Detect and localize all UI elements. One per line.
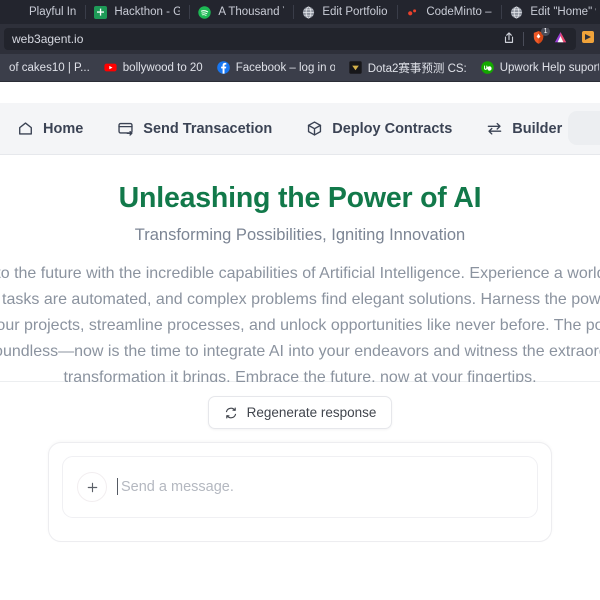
codeminto-icon (406, 6, 419, 19)
page-top-spacer (0, 83, 600, 103)
browser-window: Playful In Hackthon - Goog A Thousand Ye… (0, 0, 600, 600)
bookmark-label: Dota2赛事预测 CS:... (367, 62, 467, 75)
browser-tab[interactable]: Edit Portfolio "Es (293, 0, 397, 24)
tab-title: Edit Portfolio "Es (322, 6, 388, 18)
plus-icon[interactable] (77, 472, 107, 502)
bookmark-item[interactable]: Dota2赛事预测 CS:... (342, 54, 474, 81)
card-send-icon (117, 120, 134, 137)
toolbar-divider (523, 32, 524, 46)
browser-tab[interactable]: A Thousand Year (189, 0, 293, 24)
globe-icon (302, 6, 315, 19)
browser-tab[interactable]: Playful In (0, 0, 85, 24)
bookmarks-bar: of cakes10 | P... bollywood to 20 Facebo… (0, 54, 600, 82)
browser-toolbar: web3agent.io 1 (0, 24, 600, 54)
youtube-icon (104, 61, 117, 74)
nav-item-send-transacetion[interactable]: Send Transacetion (100, 120, 289, 137)
tab-title: CodeMinto – Blo (426, 6, 492, 18)
composer-area: Regenerate response Send a message. (0, 382, 600, 542)
facebook-icon (216, 61, 230, 74)
regenerate-wrapper: Regenerate response (0, 396, 600, 429)
share-icon[interactable] (502, 31, 516, 48)
brave-rewards-icon[interactable] (553, 30, 568, 48)
url-text: web3agent.io (12, 32, 84, 46)
message-input-wrapper[interactable]: Send a message. (62, 456, 538, 518)
browser-tab[interactable]: Hackthon - Goog (85, 0, 189, 24)
site-navigation-bar: Home Send Transacetion Deploy Contracts … (0, 103, 600, 155)
tab-title: A Thousand Year (218, 6, 284, 18)
dota2-icon (349, 61, 362, 74)
home-icon (17, 120, 34, 137)
brave-shields-icon[interactable]: 1 (531, 28, 550, 48)
message-input[interactable]: Send a message. (117, 478, 234, 495)
extension-icon[interactable] (580, 29, 596, 50)
browser-tab-strip: Playful In Hackthon - Goog A Thousand Ye… (0, 0, 600, 24)
nav-item-deploy-contracts[interactable]: Deploy Contracts (289, 120, 469, 137)
page-viewport: Home Send Transacetion Deploy Contracts … (0, 83, 600, 600)
browser-tab[interactable]: CodeMinto – Blo (397, 0, 501, 24)
cube-icon (306, 120, 323, 137)
nav-item-label: Builder (512, 120, 563, 137)
bookmark-item[interactable]: Facebook – log in o... (210, 54, 342, 81)
nav-account-button[interactable] (568, 111, 600, 145)
nav-item-home[interactable]: Home (0, 120, 100, 137)
upwork-icon (480, 61, 494, 74)
tab-title: Playful In (29, 6, 77, 18)
hero-section: Unleashing the Power of AI Transforming … (0, 155, 600, 386)
tab-title: Hackthon - Goog (114, 6, 181, 18)
google-sheets-icon (94, 5, 108, 19)
hero-body-text: Step into the future with the incredible… (0, 265, 600, 386)
bookmark-label: Facebook – log in o... (235, 61, 335, 74)
bookmark-item[interactable]: of cakes10 | P... (2, 54, 97, 81)
bookmark-item[interactable]: bollywood to 20 (97, 54, 210, 81)
nav-items: Home Send Transacetion Deploy Contracts … (0, 120, 579, 137)
nav-item-builder[interactable]: Builder (469, 120, 579, 137)
regenerate-label: Regenerate response (246, 405, 377, 420)
page-title: Unleashing the Power of AI (118, 182, 482, 214)
browser-tab[interactable]: Edit "Home" with (501, 0, 600, 24)
bookmark-label: bollywood to 20 (122, 61, 203, 74)
globe-icon (510, 6, 523, 19)
bookmark-label: of cakes10 | P... (9, 61, 90, 74)
tab-title: Edit "Home" with (530, 6, 596, 18)
bookmark-item[interactable]: Upwork Help suport (474, 54, 600, 81)
nav-item-label: Deploy Contracts (332, 120, 453, 137)
nav-item-label: Send Transacetion (143, 120, 273, 137)
nav-item-label: Home (43, 120, 84, 137)
message-composer-card: Send a message. (48, 442, 552, 542)
page-subtitle: Transforming Possibilities, Igniting Inn… (134, 226, 466, 245)
generic-page-icon (9, 6, 22, 19)
shields-badge-count: 1 (541, 28, 550, 36)
regenerate-response-button[interactable]: Regenerate response (207, 396, 393, 429)
address-bar[interactable]: web3agent.io 1 (4, 28, 576, 50)
spotify-icon (198, 5, 212, 19)
bookmark-label: Upwork Help suport (499, 61, 599, 74)
swap-arrows-icon (486, 120, 503, 137)
refresh-icon (224, 406, 238, 420)
